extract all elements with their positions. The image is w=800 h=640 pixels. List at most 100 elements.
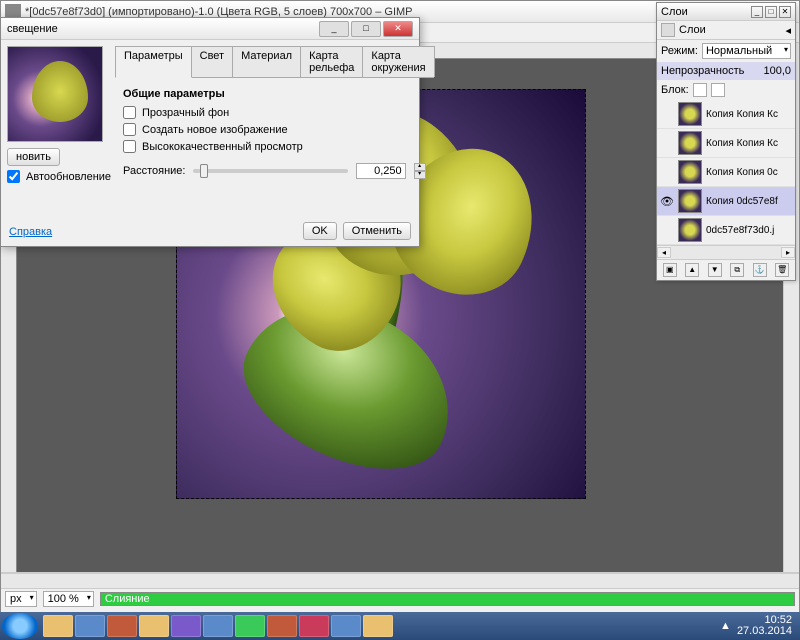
progress-bar: Слияние — [100, 592, 795, 606]
lower-layer-icon[interactable]: ▼ — [708, 263, 722, 277]
update-button[interactable]: новить — [7, 148, 60, 166]
layer-name[interactable]: Копия 0dc57e8f — [706, 196, 792, 207]
layer-item[interactable]: 👁 Копия 0dc57e8f — [657, 187, 795, 216]
new-image-label: Создать новое изображение — [142, 124, 288, 136]
tray-icon[interactable]: ▲ — [720, 620, 731, 632]
distance-slider[interactable] — [193, 169, 347, 173]
hq-preview-label: Высококачественный просмотр — [142, 141, 303, 153]
duplicate-layer-icon[interactable]: ⧉ — [730, 263, 744, 277]
tab-light[interactable]: Свет — [191, 46, 233, 77]
taskbar-item[interactable] — [171, 615, 201, 637]
transparent-bg-checkbox[interactable] — [123, 106, 136, 119]
taskbar-item[interactable] — [43, 615, 73, 637]
layer-buttons: ▣ ▲ ▼ ⧉ ⚓ 🗑 — [657, 259, 795, 280]
layer-name[interactable]: Копия Копия 0с — [706, 167, 792, 178]
ok-button[interactable]: OK — [303, 222, 337, 240]
taskbar-item[interactable] — [299, 615, 329, 637]
lock-pixels-icon[interactable] — [693, 83, 707, 97]
clock[interactable]: 10:52 27.03.2014 — [737, 615, 792, 637]
help-link[interactable]: Справка — [9, 226, 52, 238]
window-title: *[0dc57e8f73d0] (импортировано)-1.0 (Цве… — [25, 6, 699, 18]
opacity-row[interactable]: Непрозрачность 100,0 — [657, 62, 795, 80]
new-image-checkbox[interactable] — [123, 123, 136, 136]
tab-bumpmap[interactable]: Карта рельефа — [300, 46, 363, 77]
dialog-maximize-button[interactable]: □ — [351, 21, 381, 37]
layers-dock-tab[interactable]: Слои ◂ — [657, 21, 795, 40]
layer-hscroll[interactable]: ◂▸ — [657, 245, 795, 259]
taskbar-item[interactable] — [203, 615, 233, 637]
taskbar: ▲ 10:52 27.03.2014 — [0, 612, 800, 640]
lock-alpha-icon[interactable] — [711, 83, 725, 97]
layers-panel: Слои _ □ ✕ Слои ◂ Режим: Нормальный Непр… — [656, 2, 796, 281]
slider-thumb[interactable] — [200, 164, 208, 178]
unit-select[interactable]: px — [5, 591, 37, 607]
mode-label: Режим: — [661, 45, 698, 57]
dialog-titlebar[interactable]: свещение _ □ ✕ — [1, 18, 419, 40]
taskbar-item[interactable] — [331, 615, 361, 637]
layer-thumb — [678, 102, 702, 126]
layer-item[interactable]: 0dc57e8f73d0.j — [657, 216, 795, 245]
hq-preview-checkbox[interactable] — [123, 140, 136, 153]
anchor-layer-icon[interactable]: ⚓ — [753, 263, 767, 277]
layer-item[interactable]: Копия Копия Кс — [657, 100, 795, 129]
distance-spinner[interactable]: ▴▾ — [414, 163, 426, 179]
raise-layer-icon[interactable]: ▲ — [685, 263, 699, 277]
layer-name[interactable]: Копия Копия Кс — [706, 109, 792, 120]
layer-thumb — [678, 189, 702, 213]
delete-layer-icon[interactable]: 🗑 — [775, 263, 789, 277]
dialog-title: свещение — [7, 23, 58, 35]
clock-date: 27.03.2014 — [737, 626, 792, 637]
layer-thumb — [678, 218, 702, 242]
taskbar-item[interactable] — [139, 615, 169, 637]
dialog-close-button[interactable]: ✕ — [383, 21, 413, 37]
cancel-button[interactable]: Отменить — [343, 222, 411, 240]
layer-item[interactable]: Копия Копия Кс — [657, 129, 795, 158]
layer-item[interactable]: Копия Копия 0с — [657, 158, 795, 187]
auto-update-label: Автообновление — [26, 171, 111, 183]
tab-parameters[interactable]: Параметры — [115, 46, 192, 78]
mode-select[interactable]: Нормальный — [702, 43, 791, 59]
zoom-select[interactable]: 100 % — [43, 591, 94, 607]
dialog-minimize-button[interactable]: _ — [319, 21, 349, 37]
auto-update-checkbox[interactable] — [7, 170, 20, 183]
preview-pane: новить Автообновление — [7, 46, 107, 189]
dialog-tabs: Параметры Свет Материал Карта рельефа Ка… — [115, 46, 434, 78]
layer-name[interactable]: Копия Копия Кс — [706, 138, 792, 149]
panel-min-icon[interactable]: _ — [751, 6, 763, 18]
transparent-bg-label: Прозрачный фон — [142, 107, 229, 119]
statusbar: px 100 % Слияние — [1, 572, 799, 614]
preview-image[interactable] — [7, 46, 103, 142]
taskbar-item[interactable] — [363, 615, 393, 637]
layers-tab-label: Слои — [679, 24, 706, 36]
layers-titlebar[interactable]: Слои _ □ ✕ — [657, 3, 795, 21]
layers-icon — [661, 23, 675, 37]
panel-menu-icon[interactable]: ◂ — [785, 24, 791, 37]
panel-close-icon[interactable]: ✕ — [779, 6, 791, 18]
layers-title: Слои — [661, 6, 688, 18]
taskbar-item[interactable] — [267, 615, 297, 637]
layer-thumb — [678, 160, 702, 184]
tab-material[interactable]: Материал — [232, 46, 301, 77]
new-layer-icon[interactable]: ▣ — [663, 263, 677, 277]
system-tray[interactable]: ▲ 10:52 27.03.2014 — [714, 615, 798, 637]
opacity-label: Непрозрачность — [661, 65, 759, 77]
layer-list: Копия Копия Кс Копия Копия Кс Копия Копи… — [657, 100, 795, 245]
taskbar-item[interactable] — [107, 615, 137, 637]
dialog-right: Параметры Свет Материал Карта рельефа Ка… — [115, 46, 434, 189]
scrollbar-horizontal[interactable] — [1, 573, 799, 589]
distance-label: Расстояние: — [123, 165, 185, 177]
layer-name[interactable]: 0dc57e8f73d0.j — [706, 225, 792, 236]
tab-content: Общие параметры Прозрачный фон Создать н… — [115, 78, 434, 189]
lock-label: Блок: — [661, 84, 689, 96]
opacity-value: 100,0 — [763, 65, 791, 77]
taskbar-item[interactable] — [235, 615, 265, 637]
panel-max-icon[interactable]: □ — [765, 6, 777, 18]
distance-input[interactable]: 0,250 — [356, 163, 406, 179]
tab-env[interactable]: Карта окружения — [362, 46, 434, 77]
eye-icon[interactable]: 👁 — [660, 195, 674, 208]
start-button[interactable] — [2, 613, 38, 639]
group-title: Общие параметры — [123, 88, 426, 100]
lighting-dialog: свещение _ □ ✕ новить Автообновление Пар… — [0, 17, 420, 247]
taskbar-item[interactable] — [75, 615, 105, 637]
layer-thumb — [678, 131, 702, 155]
